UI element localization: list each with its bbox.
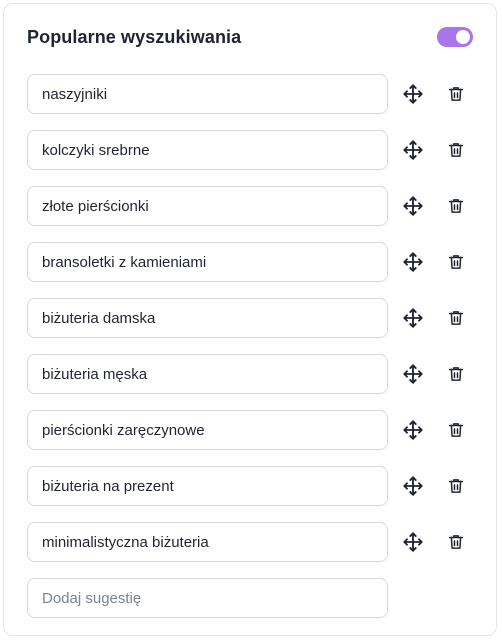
trash-icon[interactable] [444,82,468,106]
move-arrows-icon[interactable] [401,418,425,442]
suggestion-input[interactable] [27,298,388,338]
trash-icon[interactable] [444,306,468,330]
move-arrows-icon[interactable] [401,138,425,162]
panel-header: Popularne wyszukiwania [27,24,474,50]
suggestion-input[interactable] [27,466,388,506]
suggestion-input[interactable] [27,74,388,114]
trash-icon[interactable] [444,138,468,162]
suggestion-row-4 [27,242,487,282]
suggestion-row-6 [27,354,487,394]
popular-searches-panel: Popularne wyszukiwania [3,3,497,636]
add-suggestion-input[interactable] [27,578,388,618]
panel-title: Popularne wyszukiwania [27,26,242,47]
suggestion-list [27,74,487,634]
suggestion-input[interactable] [27,242,388,282]
suggestion-row-1 [27,74,487,114]
suggestion-input[interactable] [27,522,388,562]
move-arrows-icon[interactable] [401,530,425,554]
suggestion-row-3 [27,186,487,226]
trash-icon[interactable] [444,530,468,554]
add-suggestion-row [27,578,487,618]
trash-icon[interactable] [444,194,468,218]
toggle-knob [456,30,470,44]
move-arrows-icon[interactable] [401,194,425,218]
suggestion-input[interactable] [27,410,388,450]
suggestion-input[interactable] [27,130,388,170]
suggestion-row-7 [27,410,487,450]
move-arrows-icon[interactable] [401,474,425,498]
enable-toggle[interactable] [437,27,473,47]
move-arrows-icon[interactable] [401,362,425,386]
move-arrows-icon[interactable] [401,82,425,106]
suggestion-row-8 [27,466,487,506]
trash-icon[interactable] [444,362,468,386]
suggestion-row-2 [27,130,487,170]
suggestion-input[interactable] [27,354,388,394]
trash-icon[interactable] [444,418,468,442]
suggestion-input[interactable] [27,186,388,226]
move-arrows-icon[interactable] [401,250,425,274]
suggestion-row-9 [27,522,487,562]
suggestion-row-5 [27,298,487,338]
trash-icon[interactable] [444,250,468,274]
trash-icon[interactable] [444,474,468,498]
move-arrows-icon[interactable] [401,306,425,330]
